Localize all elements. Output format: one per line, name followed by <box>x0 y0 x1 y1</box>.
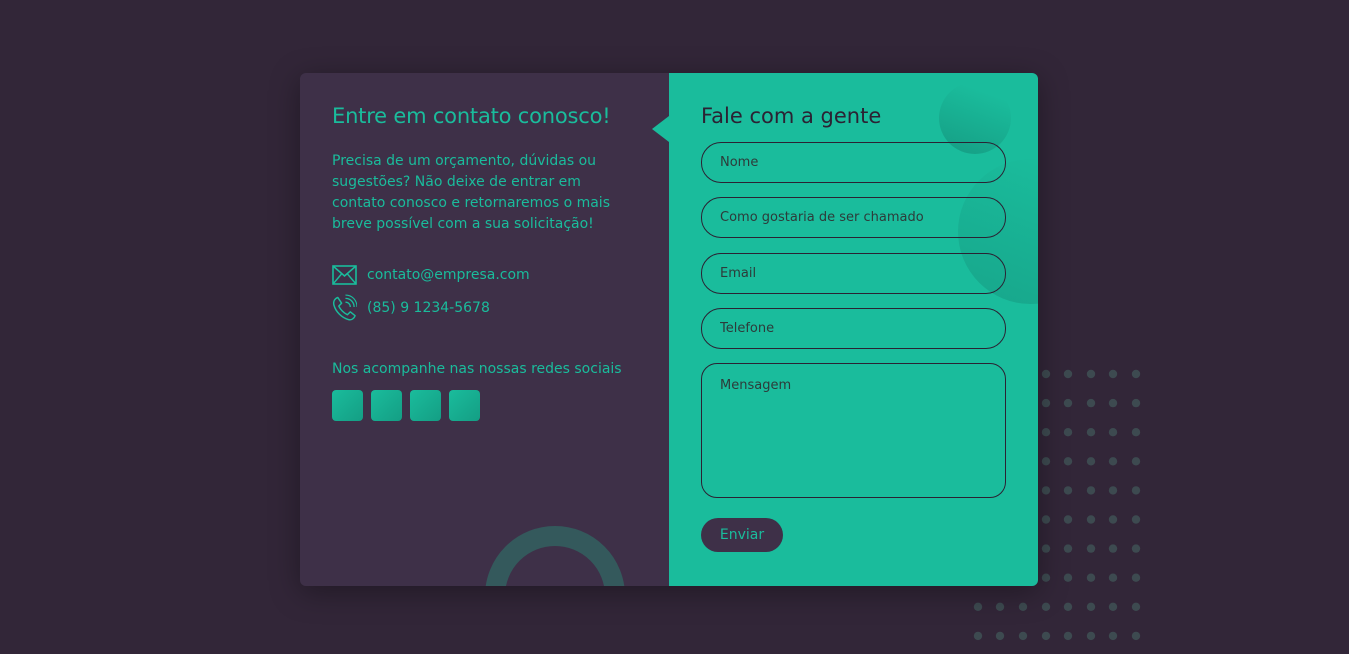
dot <box>1086 398 1096 408</box>
contact-card: Entre em contato conosco! Precisa de um … <box>300 73 1038 586</box>
dot <box>1131 631 1141 641</box>
dot <box>1063 602 1073 611</box>
dot <box>1108 631 1118 641</box>
dot <box>1108 515 1118 524</box>
dot <box>1086 428 1096 437</box>
dot <box>1063 428 1073 437</box>
dot <box>1108 398 1118 408</box>
dot <box>1041 515 1051 524</box>
dot <box>973 631 983 641</box>
dot <box>1108 369 1118 379</box>
email-input[interactable] <box>701 253 1006 294</box>
dot <box>1018 631 1028 641</box>
info-title: Entre em contato conosco! <box>332 104 611 128</box>
dot <box>1131 428 1141 437</box>
dot <box>1041 428 1051 437</box>
dot <box>1131 602 1141 611</box>
email-text[interactable]: contato@empresa.com <box>367 267 530 283</box>
dot <box>1086 369 1096 379</box>
dot <box>1041 573 1051 582</box>
name-input[interactable] <box>701 142 1006 183</box>
dot <box>1108 573 1118 582</box>
send-button[interactable]: Enviar <box>701 518 783 552</box>
dot <box>1131 457 1141 466</box>
dot <box>1063 486 1073 495</box>
social-button-2[interactable] <box>371 390 402 421</box>
dot <box>1108 602 1118 611</box>
dot <box>1108 457 1118 466</box>
dot <box>973 602 983 611</box>
dot <box>1041 486 1051 495</box>
dot <box>1131 544 1141 553</box>
email-row: contato@empresa.com <box>332 262 530 287</box>
dot <box>1041 544 1051 553</box>
dot <box>1063 515 1073 524</box>
dot <box>1041 398 1051 408</box>
info-panel: Entre em contato conosco! Precisa de um … <box>300 73 669 586</box>
dot <box>995 602 1005 611</box>
dot <box>1086 457 1096 466</box>
phone-text[interactable]: (85) 9 1234-5678 <box>367 300 490 316</box>
dot <box>1086 515 1096 524</box>
dot <box>1063 544 1073 553</box>
dot <box>1131 369 1141 379</box>
dot <box>1063 398 1073 408</box>
dot <box>1063 631 1073 641</box>
dot <box>1086 631 1096 641</box>
dot <box>1041 369 1051 379</box>
panel-arrow-decoration <box>652 116 669 142</box>
dot <box>1086 544 1096 553</box>
mail-icon <box>332 262 357 287</box>
phone-icon <box>332 293 357 320</box>
info-description: Precisa de um orçamento, dúvidas ou suge… <box>332 153 610 232</box>
phone-input[interactable] <box>701 308 1006 349</box>
social-button-4[interactable] <box>449 390 480 421</box>
dot <box>1131 573 1141 582</box>
dot <box>1041 631 1051 641</box>
dot <box>1131 398 1141 408</box>
dot <box>1063 457 1073 466</box>
dot <box>1131 486 1141 495</box>
dot <box>1086 486 1096 495</box>
dot <box>1108 544 1118 553</box>
dot <box>1131 515 1141 524</box>
dot <box>1018 602 1028 611</box>
form-title: Fale com a gente <box>701 104 882 128</box>
dot <box>1041 602 1051 611</box>
social-title: Nos acompanhe nas nossas redes sociais <box>332 361 622 377</box>
dot <box>1086 573 1096 582</box>
social-button-3[interactable] <box>410 390 441 421</box>
dot <box>1041 457 1051 466</box>
dot <box>1086 602 1096 611</box>
phone-row: (85) 9 1234-5678 <box>332 293 490 320</box>
message-textarea[interactable] <box>701 363 1006 498</box>
ring-decoration <box>485 526 625 586</box>
dot <box>1063 369 1073 379</box>
dot <box>1108 486 1118 495</box>
dot <box>1063 573 1073 582</box>
social-button-1[interactable] <box>332 390 363 421</box>
dot <box>1108 428 1118 437</box>
social-links <box>332 390 480 421</box>
dot <box>995 631 1005 641</box>
nickname-input[interactable] <box>701 197 1006 238</box>
form-panel: Fale com a gente Enviar <box>669 73 1038 586</box>
